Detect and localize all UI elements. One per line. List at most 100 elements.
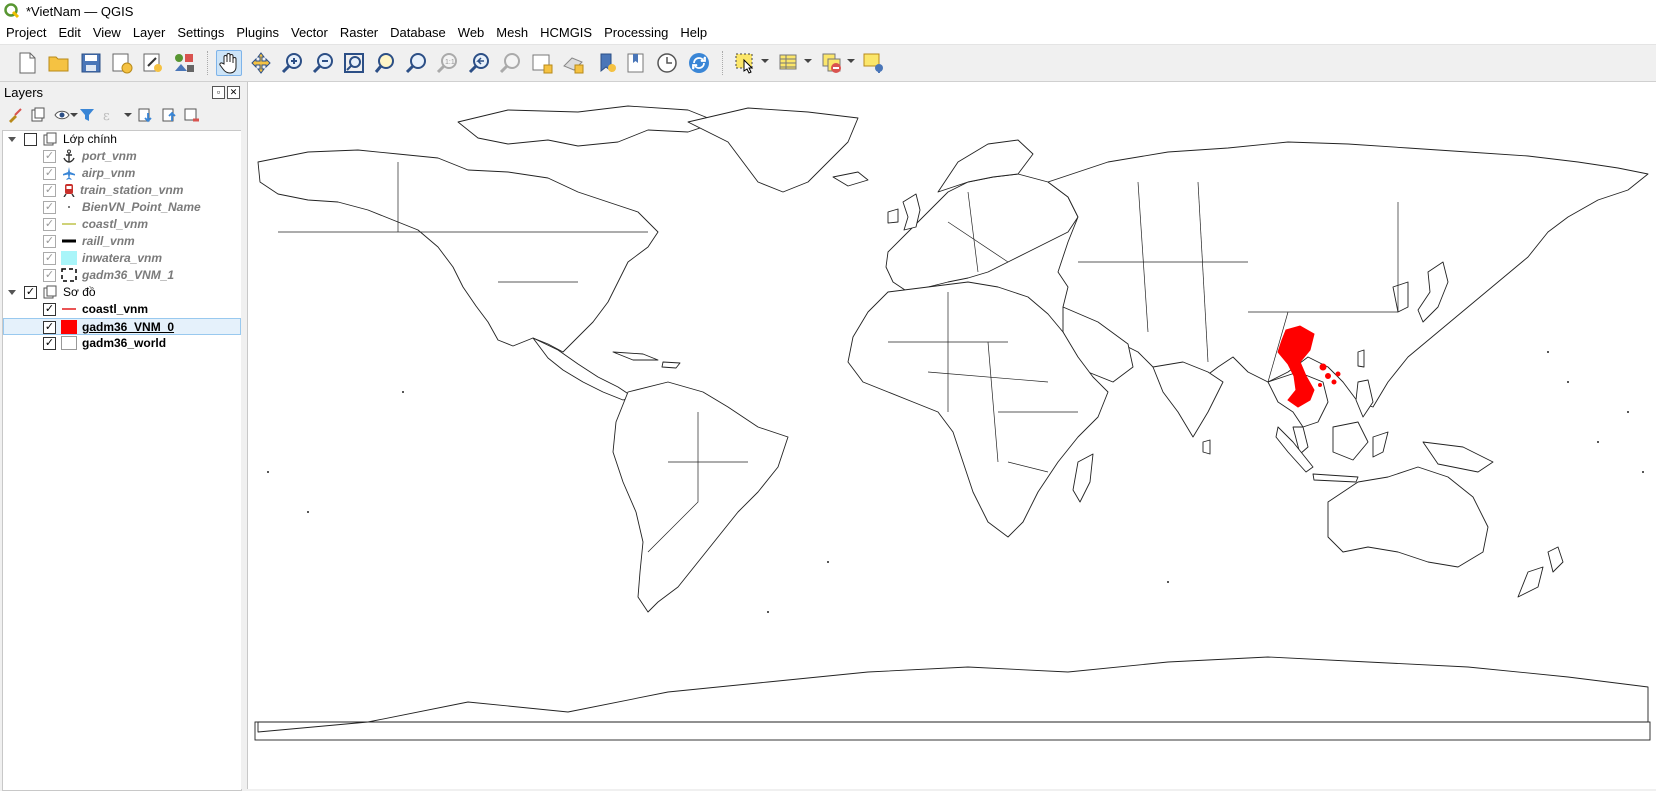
show-bookmarks-icon[interactable] (623, 50, 649, 76)
layer-item[interactable]: ✓ gadm36_world (3, 335, 241, 352)
menu-vector[interactable]: Vector (285, 22, 334, 44)
layers-toolbar: ε (0, 102, 246, 128)
expand-all-icon[interactable] (136, 106, 154, 124)
layer-checkbox[interactable]: ✓ (43, 303, 56, 316)
show-map-tips-icon[interactable] (861, 50, 887, 76)
attribute-table-icon[interactable] (776, 50, 802, 76)
zoom-full-icon[interactable] (341, 50, 367, 76)
asia (1047, 141, 1649, 408)
menu-view[interactable]: View (87, 22, 127, 44)
menu-raster[interactable]: Raster (334, 22, 384, 44)
layer-label: coastl_vnm (82, 217, 149, 231)
panel-splitter[interactable] (241, 82, 246, 789)
layer-item[interactable]: ✓ BienVN_Point_Name (3, 199, 241, 216)
layer-item[interactable]: ✓ gadm36_VNM_1 (3, 267, 241, 284)
temporal-controller-icon[interactable] (654, 50, 680, 76)
menu-help[interactable]: Help (674, 22, 713, 44)
south-america (612, 381, 789, 613)
new-map-view-icon[interactable] (529, 50, 555, 76)
open-layer-styling-icon[interactable] (6, 106, 24, 124)
select-features-icon[interactable] (732, 50, 758, 76)
menu-settings[interactable]: Settings (171, 22, 230, 44)
deselect-all-icon[interactable] (819, 50, 845, 76)
manage-visibility-icon[interactable] (53, 106, 71, 124)
layer-checkbox[interactable]: ✓ (43, 235, 56, 248)
fill-cyan-icon (61, 251, 77, 265)
layer-group-so-do[interactable]: ✓ Sơ đồ (3, 284, 241, 301)
layer-item[interactable]: ✓ coastl_vnm (3, 216, 241, 233)
new-bookmark-icon[interactable] (594, 50, 620, 76)
menu-mesh[interactable]: Mesh (490, 22, 534, 44)
close-panel-icon[interactable]: ✕ (227, 86, 240, 99)
layer-checkbox[interactable]: ✓ (43, 269, 56, 282)
group-checkbox[interactable] (24, 133, 37, 146)
add-group-icon[interactable] (29, 106, 47, 124)
greenland (687, 107, 859, 193)
layers-panel: Layers ▫ ✕ ε Lớp chính ✓ port_vnm ✓ airp… (0, 82, 246, 791)
collapse-arrow-icon[interactable] (8, 290, 16, 295)
layer-checkbox[interactable]: ✓ (43, 321, 56, 334)
layer-checkbox[interactable]: ✓ (43, 252, 56, 265)
refresh-icon[interactable] (686, 50, 712, 76)
layer-checkbox[interactable]: ✓ (43, 184, 56, 197)
zoom-to-selection-icon[interactable] (372, 50, 398, 76)
layer-item[interactable]: ✓ port_vnm (3, 148, 241, 165)
menu-edit[interactable]: Edit (52, 22, 86, 44)
pan-icon[interactable] (216, 50, 242, 76)
layer-checkbox[interactable]: ✓ (43, 150, 56, 163)
menu-plugins[interactable]: Plugins (230, 22, 285, 44)
menu-processing[interactable]: Processing (598, 22, 674, 44)
float-panel-icon[interactable]: ▫ (212, 86, 225, 99)
new-3d-map-view-icon[interactable] (560, 50, 586, 76)
layer-checkbox[interactable]: ✓ (43, 218, 56, 231)
collapse-all-icon[interactable] (160, 106, 178, 124)
layer-item[interactable]: ✓ coastl_vnm (3, 301, 241, 318)
menu-hcmgis[interactable]: HCMGIS (534, 22, 598, 44)
zoom-to-layer-icon[interactable] (403, 50, 429, 76)
layer-item[interactable]: ✓ inwatera_vnm (3, 250, 241, 267)
fill-red-icon (61, 320, 77, 334)
collapse-arrow-icon[interactable] (8, 137, 16, 142)
new-print-layout-icon[interactable] (109, 50, 135, 76)
layer-item-selected[interactable]: ✓ gadm36_VNM_0 (3, 318, 241, 335)
zoom-next-icon[interactable] (497, 50, 523, 76)
zoom-last-icon[interactable] (466, 50, 492, 76)
layer-label: train_station_vnm (80, 183, 184, 197)
panel-title: Layers (4, 85, 44, 100)
layer-group-lop-chinh[interactable]: Lớp chính (3, 131, 241, 148)
layer-checkbox[interactable]: ✓ (43, 337, 56, 350)
filter-expression-icon[interactable]: ε (101, 106, 119, 124)
open-project-icon[interactable] (46, 50, 72, 76)
pan-to-selection-icon[interactable] (248, 50, 274, 76)
layer-item[interactable]: ✓ train_station_vnm (3, 182, 241, 199)
borneo (1332, 421, 1369, 461)
style-manager-icon[interactable] (171, 50, 197, 76)
menu-database[interactable]: Database (384, 22, 452, 44)
dot-icon (61, 200, 77, 214)
sri-lanka (1202, 439, 1211, 455)
group-checkbox[interactable]: ✓ (24, 286, 37, 299)
new-project-icon[interactable] (14, 50, 40, 76)
layer-item[interactable]: ✓ raill_vnm (3, 233, 241, 250)
group-label: Lớp chính (63, 132, 117, 146)
layer-checkbox[interactable]: ✓ (43, 201, 56, 214)
zoom-out-icon[interactable] (310, 50, 336, 76)
svg-text:1:1: 1:1 (445, 59, 455, 66)
layer-checkbox[interactable]: ✓ (43, 167, 56, 180)
menu-bar: Project Edit View Layer Settings Plugins… (0, 22, 1656, 45)
save-project-icon[interactable] (78, 50, 104, 76)
remove-layer-icon[interactable] (183, 106, 201, 124)
menu-web[interactable]: Web (452, 22, 491, 44)
map-canvas[interactable] (247, 82, 1656, 789)
zoom-native-icon[interactable]: 1:1 (434, 50, 460, 76)
layout-manager-icon[interactable] (140, 50, 166, 76)
iceland (832, 171, 869, 187)
java (1312, 473, 1359, 483)
layer-item[interactable]: ✓ airp_vnm (3, 165, 241, 182)
menu-layer[interactable]: Layer (127, 22, 172, 44)
filter-legend-icon[interactable] (78, 106, 96, 124)
menu-project[interactable]: Project (0, 22, 52, 44)
new-zealand-south (1517, 566, 1544, 598)
zoom-in-icon[interactable] (279, 50, 305, 76)
new-zealand-north (1547, 546, 1564, 573)
